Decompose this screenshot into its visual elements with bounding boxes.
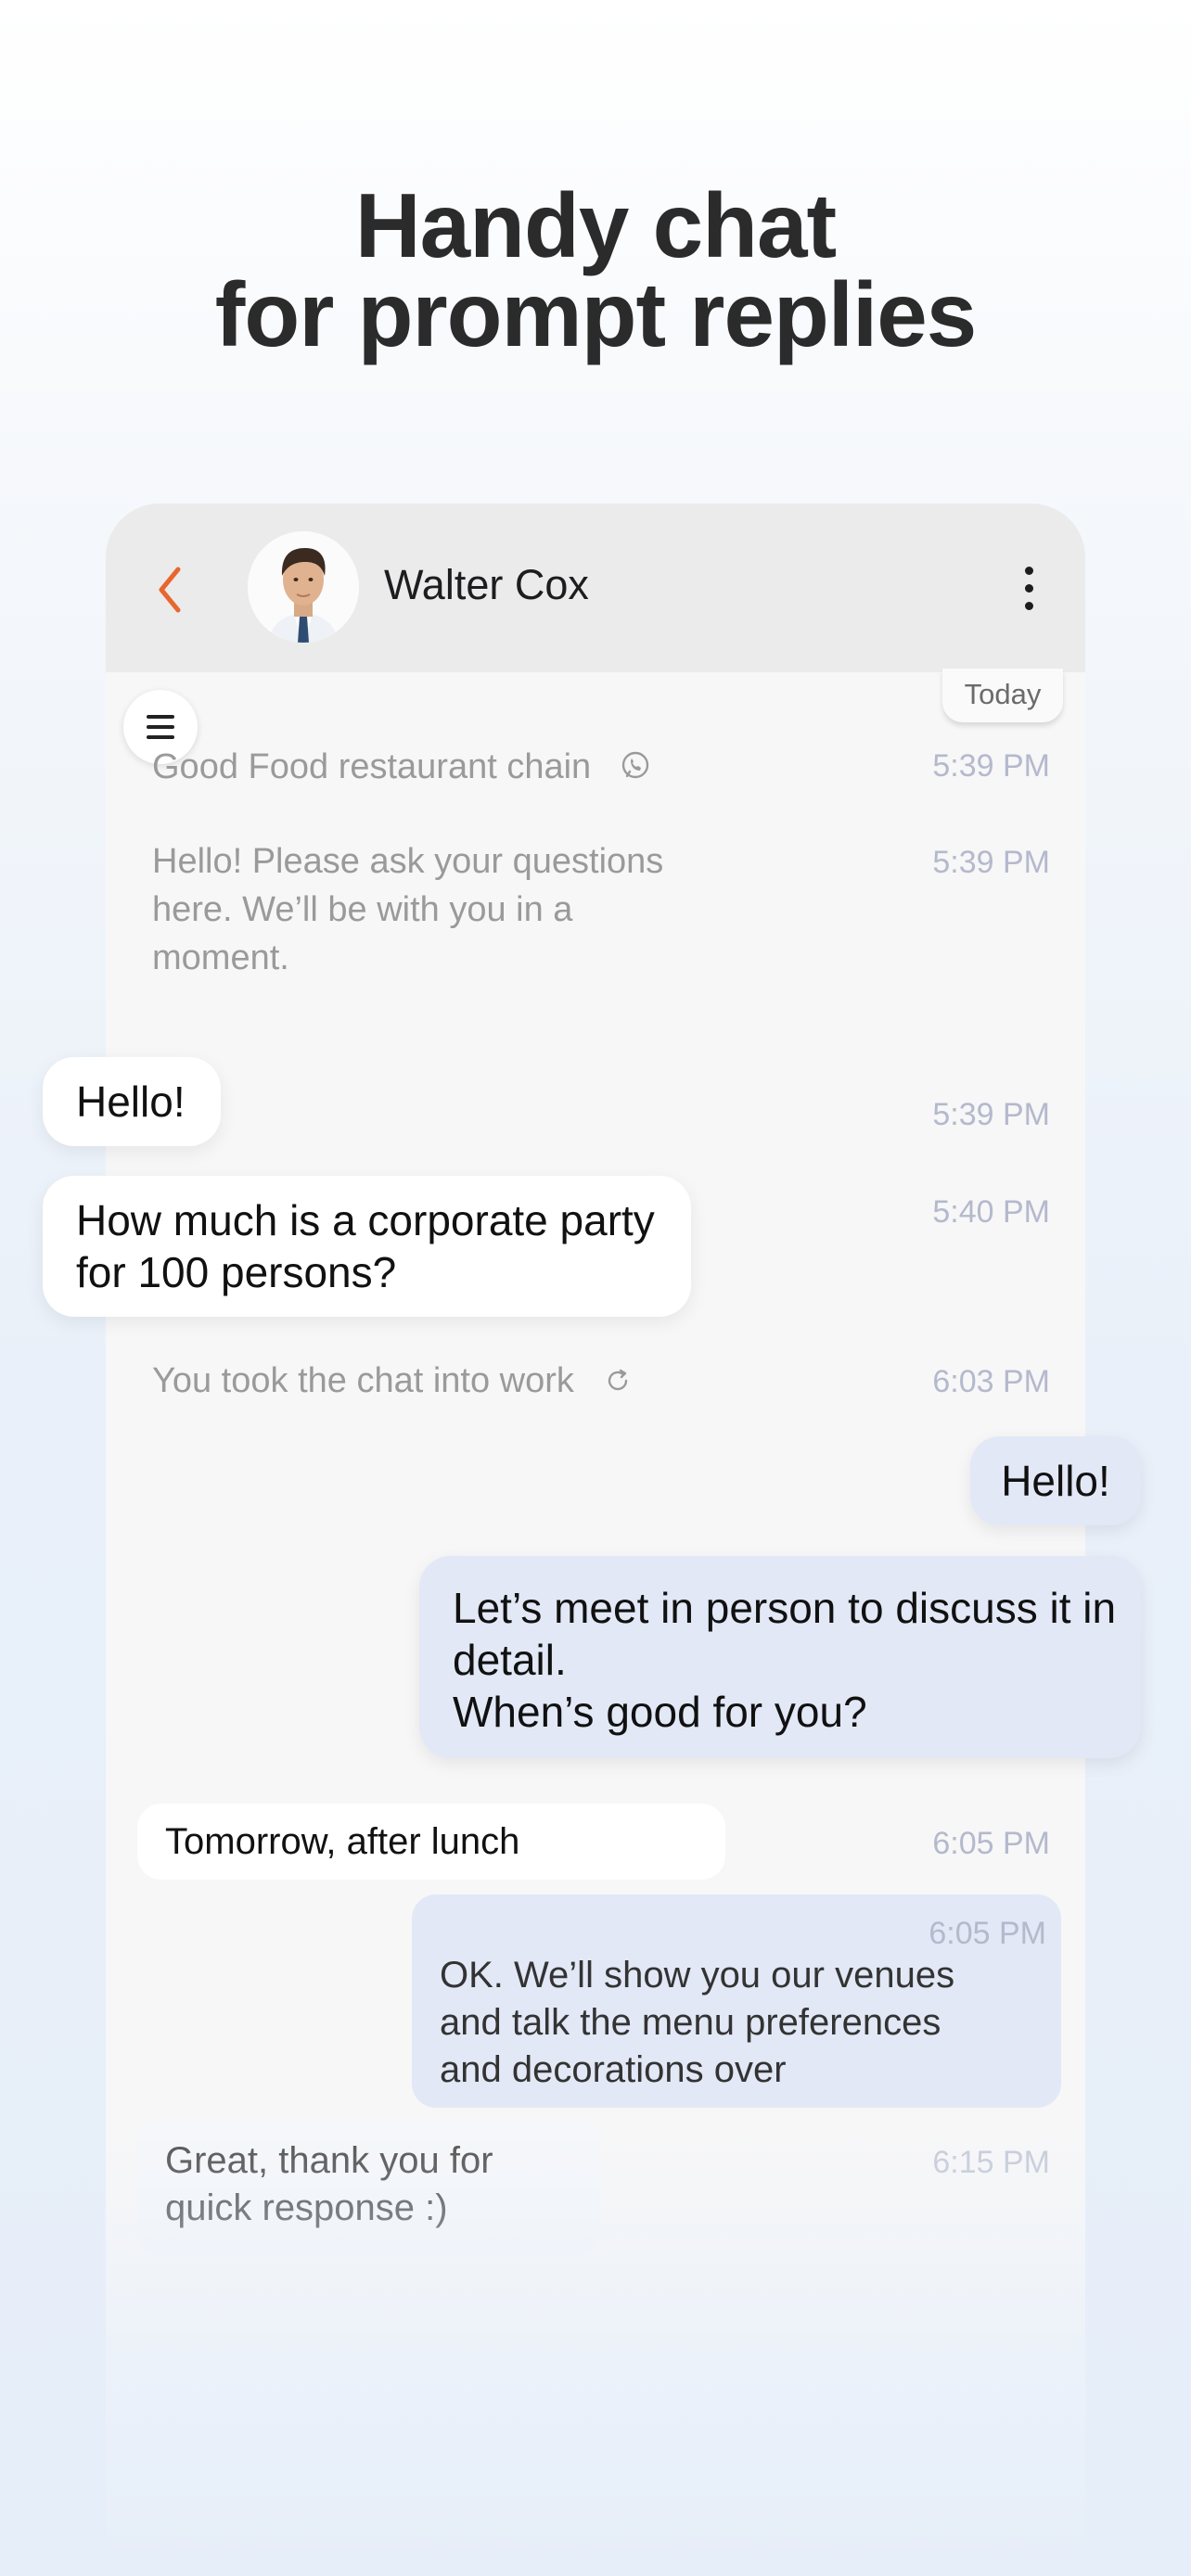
incoming-message[interactable]: Tomorrow, after lunch — [137, 1804, 725, 1880]
greeting-message: Hello! Please ask your questions here. W… — [152, 842, 664, 977]
more-options-button[interactable] — [1005, 555, 1052, 620]
chat-screen: Walter Cox Today Good Food restaurant ch… — [106, 504, 1085, 2576]
back-button[interactable] — [141, 557, 197, 622]
headline-line-2: for prompt replies — [214, 263, 978, 365]
promo-headline: Handy chat for prompt replies — [0, 174, 1191, 365]
incoming-message[interactable]: Great, thank you for quick response :) — [137, 2119, 601, 2256]
incoming-message[interactable]: How much is a corporate party for 100 pe… — [43, 1176, 691, 1317]
outgoing-message[interactable]: Let’s meet in person to discuss it in de… — [419, 1556, 1141, 1758]
avatar[interactable] — [248, 531, 359, 643]
message-time: 5:39 PM — [932, 1097, 1050, 1132]
message-time: 5:40 PM — [932, 1194, 1050, 1230]
message-time: 5:39 PM — [932, 748, 1050, 784]
date-separator: Today — [942, 669, 1063, 722]
refresh-icon — [608, 1369, 628, 1391]
message-text: Let’s meet in person to discuss it in de… — [453, 1584, 1117, 1736]
viber-icon — [621, 751, 648, 779]
message-text: How much is a corporate party for 100 pe… — [76, 1196, 655, 1296]
system-event: You took the chat into work — [152, 1357, 632, 1405]
message-time: 6:05 PM — [932, 1826, 1050, 1861]
hamburger-icon — [147, 715, 174, 719]
outgoing-message[interactable]: Hello! — [970, 1436, 1141, 1525]
incoming-message[interactable]: Hello! — [43, 1057, 221, 1146]
chat-header: Walter Cox — [106, 504, 1085, 672]
message-time: 6:15 PM — [932, 2145, 1050, 2180]
outgoing-message[interactable]: 6:05 PM OK. We’ll show you our venues an… — [412, 1894, 1061, 2108]
message-text: Great, thank you for quick response :) — [165, 2140, 493, 2228]
message-text: OK. We’ll show you our venues and talk t… — [440, 1955, 955, 2090]
headline-line-1: Handy chat — [354, 174, 837, 276]
message-time: 6:03 PM — [932, 1364, 1050, 1399]
message-time: 5:39 PM — [932, 845, 1050, 880]
more-vertical-icon — [1024, 566, 1033, 575]
contact-name: Walter Cox — [384, 561, 589, 608]
channel-name: Good Food restaurant chain — [152, 743, 651, 791]
chevron-left-icon — [159, 567, 181, 613]
